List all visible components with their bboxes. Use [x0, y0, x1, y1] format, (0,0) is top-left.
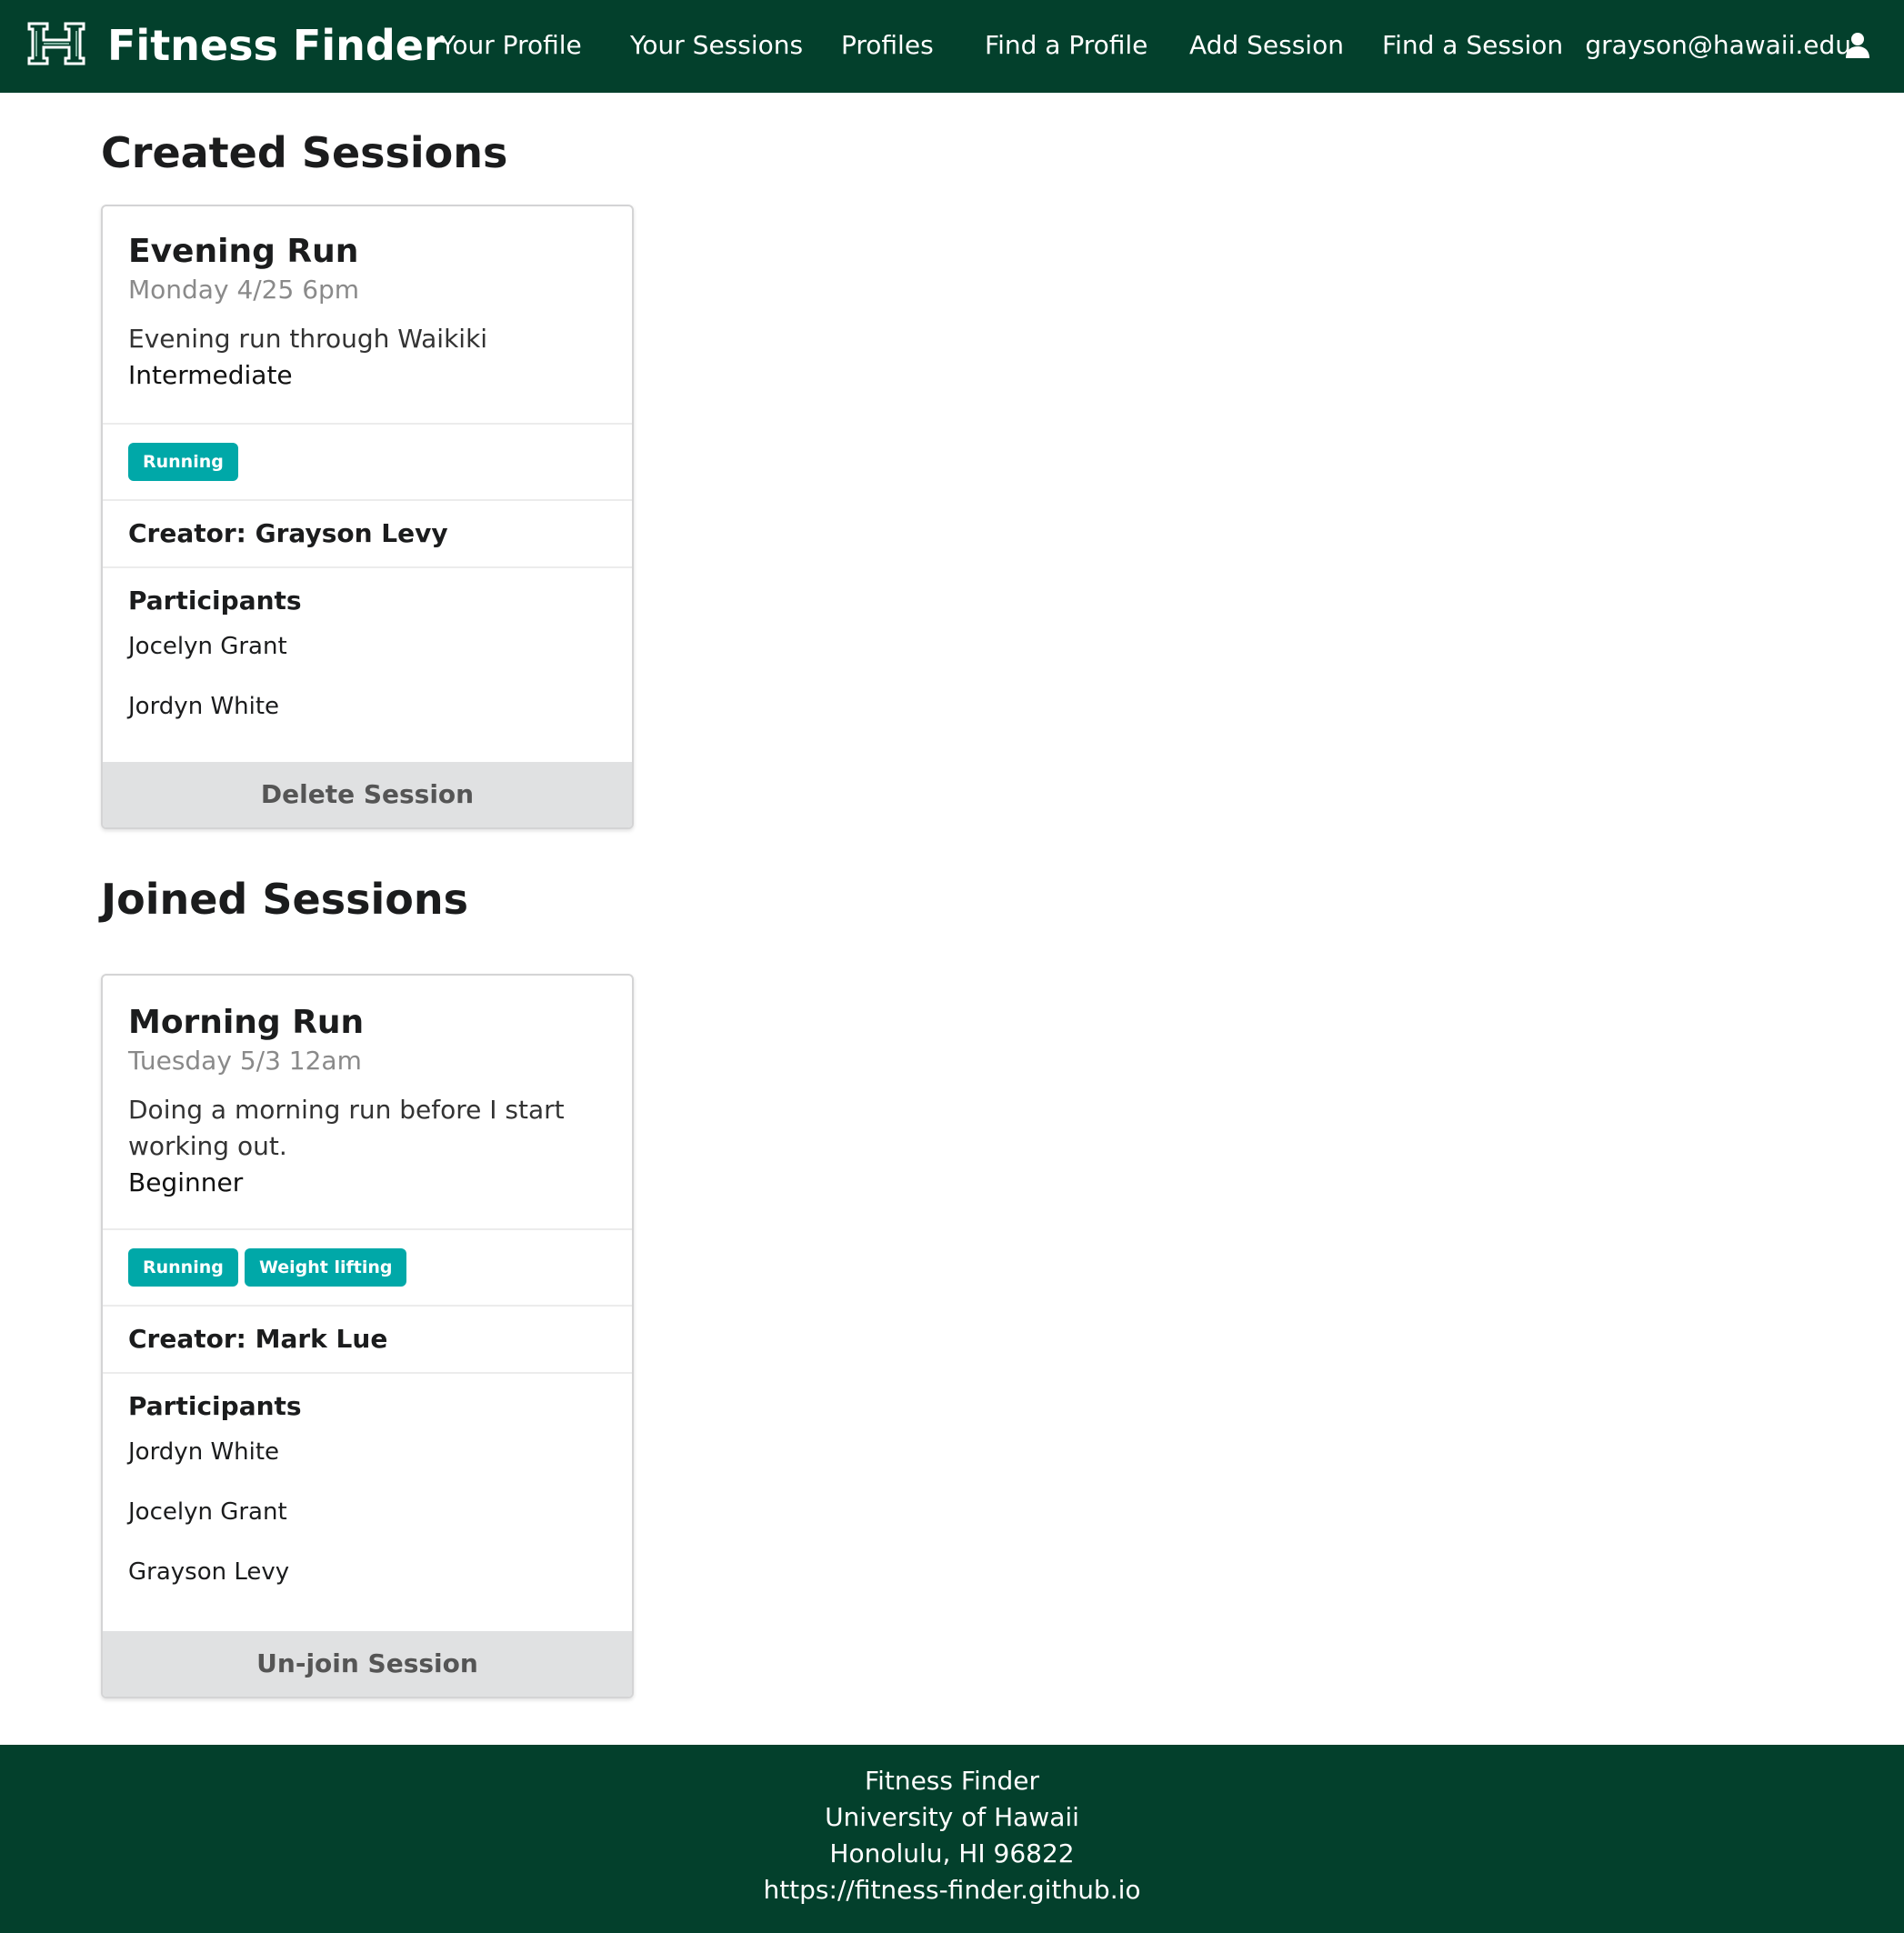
session-creator: Creator: Mark Lue [128, 1324, 388, 1354]
session-card-joined: Morning Run Tuesday 5/3 12am Doing a mor… [101, 974, 634, 1698]
participant-name: Jordyn White [128, 693, 280, 720]
brand-title[interactable]: Fitness Finder [107, 16, 445, 75]
session-tags: Running [103, 423, 632, 499]
joined-sessions-heading: Joined Sessions [101, 875, 468, 924]
participant-name: Grayson Levy [128, 1558, 290, 1586]
participants-section: Participants Jocelyn Grant Jordyn White [103, 566, 632, 734]
session-level: Beginner [128, 1167, 244, 1197]
card-content: Evening Run Monday 4/25 6pm Evening run … [103, 206, 632, 423]
nav-find-a-profile[interactable]: Find a Profile [985, 25, 1147, 65]
delete-session-button[interactable]: Delete Session [103, 762, 632, 827]
session-description: Evening run through Waikiki [128, 324, 488, 354]
participants-heading: Participants [128, 586, 302, 616]
nav-profiles[interactable]: Profiles [841, 25, 934, 65]
session-title: Morning Run [128, 1004, 365, 1041]
participants-heading: Participants [128, 1391, 302, 1421]
nav-add-session[interactable]: Add Session [1189, 25, 1344, 65]
session-creator-section: Creator: Grayson Levy [103, 499, 632, 566]
footer-address: Honolulu, HI 96822 [829, 1838, 1075, 1868]
tag-label: Weight lifting [244, 1248, 407, 1287]
session-tags: Running Weight lifting [103, 1228, 632, 1305]
session-datetime: Tuesday 5/3 12am [128, 1046, 362, 1076]
footer: Fitness Finder University of Hawaii Hono… [0, 1745, 1904, 1933]
tag-label: Running [128, 1248, 238, 1287]
nav-your-profile[interactable]: Your Profile [440, 25, 582, 65]
footer-university: University of Hawaii [825, 1802, 1079, 1832]
footer-app-name: Fitness Finder [865, 1766, 1039, 1796]
created-sessions-heading: Created Sessions [101, 128, 508, 177]
user-icon[interactable] [1844, 32, 1871, 59]
session-creator: Creator: Grayson Levy [128, 518, 448, 548]
session-datetime: Monday 4/25 6pm [128, 275, 360, 305]
session-title: Evening Run [128, 233, 359, 270]
participant-name: Jocelyn Grant [128, 1498, 287, 1526]
session-card-created: Evening Run Monday 4/25 6pm Evening run … [101, 205, 634, 829]
participants-section: Participants Jordyn White Jocelyn Grant … [103, 1372, 632, 1599]
session-creator-section: Creator: Mark Lue [103, 1305, 632, 1372]
participant-name: Jocelyn Grant [128, 633, 287, 660]
session-description: Doing a morning run before I start worki… [128, 1095, 565, 1161]
card-content: Morning Run Tuesday 5/3 12am Doing a mor… [103, 976, 632, 1228]
participant-name: Jordyn White [128, 1438, 280, 1466]
hawaii-h-logo-icon[interactable] [25, 18, 87, 69]
nav-find-a-session[interactable]: Find a Session [1382, 25, 1563, 65]
unjoin-session-button[interactable]: Un-join Session [103, 1631, 632, 1697]
user-email-dropdown[interactable]: grayson@hawaii.edu [1585, 25, 1851, 65]
tag-label: Running [128, 443, 238, 481]
top-navbar: Fitness Finder Your Profile Your Session… [0, 0, 1904, 93]
session-level: Intermediate [128, 360, 293, 390]
nav-your-sessions[interactable]: Your Sessions [630, 25, 803, 65]
footer-website-link[interactable]: https://fitness-finder.github.io [0, 1872, 1904, 1908]
